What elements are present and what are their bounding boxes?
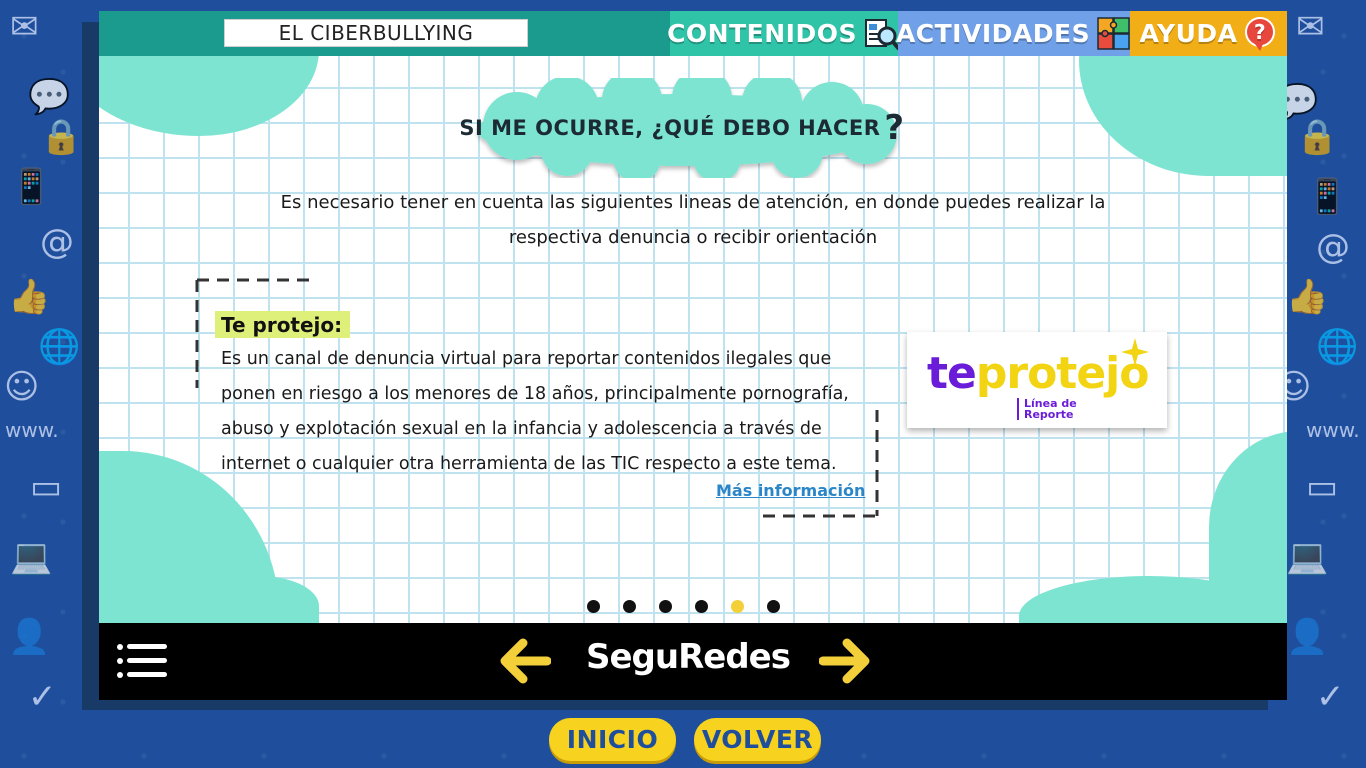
user-doodle-icon: 👤 (1286, 617, 1329, 657)
page-dot-2[interactable] (623, 600, 636, 613)
content-area: SI ME OCURRE, ¿QUÉ DEBO HACER ? Es neces… (99, 56, 1287, 623)
logo-wordmark-te: te (927, 348, 977, 399)
logo-wordmark: teprotejo (927, 352, 1149, 396)
intro-text: Es necesario tener en cuenta las siguien… (280, 192, 1106, 248)
contenidos-tab[interactable]: CONTENIDOS (667, 11, 901, 56)
page-dot-4[interactable] (695, 600, 708, 613)
left-doodle-decoration: ✉ 💬 🔒 📱 @ 👍 🌐 ☺ www. ▭ 💻 👤 ✓ (0, 0, 90, 768)
laptop-doodle-icon: 💻 (10, 537, 53, 577)
teprotejo-logo: teprotejo Línea de Reporte (907, 332, 1167, 428)
bottom-navigation-bar: SeguRedes (99, 623, 1287, 700)
inicio-button[interactable]: INICIO (549, 718, 676, 761)
tablet-doodle-icon: ▭ (30, 467, 63, 507)
mint-blob-top-left (99, 56, 319, 136)
at-sign-doodle-icon: @ (1316, 227, 1350, 267)
envelope-doodle-icon: ✉ (10, 7, 39, 47)
section-title: EL CIBERBULLYING (224, 19, 528, 47)
page-dot-3[interactable] (659, 600, 672, 613)
lesson-frame: EL CIBERBULLYING CONTENIDOS ACTIVIDADES (99, 11, 1287, 700)
tablet-doodle-icon: ▭ (1306, 467, 1339, 507)
phone-doodle-icon: 📱 (10, 167, 53, 207)
globe-doodle-icon: 🌐 (38, 327, 81, 367)
thumbs-up-doodle-icon: 👍 (1286, 277, 1329, 317)
logo-subtitle-line-2: Reporte (1024, 408, 1074, 421)
actividades-tab[interactable]: ACTIVIDADES (895, 11, 1132, 56)
ayuda-label: AYUDA (1139, 19, 1238, 48)
question-bubble-icon: ? (1243, 16, 1277, 52)
brand-logo: SeguRedes (586, 637, 791, 677)
page-dot-1[interactable] (587, 600, 600, 613)
lock-doodle-icon: 🔒 (40, 117, 83, 157)
phone-doodle-icon: 📱 (1306, 177, 1349, 217)
laptop-doodle-icon: 💻 (1286, 537, 1329, 577)
puzzle-icon (1096, 16, 1132, 52)
chat-bubble-doodle-icon: 💬 (28, 77, 71, 117)
pagination-dots (587, 600, 780, 613)
section-heading: SI ME OCURRE, ¿QUÉ DEBO HACER ? (457, 78, 907, 178)
logo-subtitle: Línea de Reporte (1017, 398, 1077, 420)
lock-doodle-icon: 🔒 (1296, 117, 1339, 157)
www-doodle-icon: www. (5, 418, 59, 442)
thumbs-up-doodle-icon: 👍 (8, 277, 51, 317)
actividades-label: ACTIVIDADES (895, 19, 1091, 48)
page-dot-5-active[interactable] (731, 600, 744, 613)
globe-doodle-icon: 🌐 (1316, 327, 1359, 367)
ayuda-tab[interactable]: AYUDA ? (1130, 11, 1287, 56)
check-doodle-icon: ✓ (1316, 677, 1345, 717)
top-navigation-bar: EL CIBERBULLYING CONTENIDOS ACTIVIDADES (99, 11, 1287, 56)
heading-part-1: SI ME OCURRE, (459, 116, 652, 140)
www-doodle-icon: www. (1306, 418, 1360, 442)
previous-arrow-icon[interactable] (497, 637, 551, 685)
right-doodle-decoration: ✉ 💬 🔒 📱 @ 👍 🌐 ☺ www. ▭ 💻 👤 ✓ (1276, 0, 1366, 768)
heading-part-2: ¿QUÉ DEBO HACER (651, 116, 881, 140)
at-sign-doodle-icon: @ (40, 222, 74, 262)
envelope-doodle-icon: ✉ (1296, 7, 1325, 47)
heading-part-3: ? (884, 108, 905, 148)
card-label: Te protejo: (215, 311, 351, 338)
card-description: Es un canal de denuncia virtual para rep… (221, 349, 849, 474)
heading-cloud: SI ME OCURRE, ¿QUÉ DEBO HACER ? (457, 68, 907, 182)
more-info-link[interactable]: Más información (716, 481, 865, 500)
next-arrow-icon[interactable] (819, 637, 873, 685)
smiley-doodle-icon: ☺ (4, 367, 40, 407)
volver-button[interactable]: VOLVER (694, 718, 821, 761)
svg-text:?: ? (1254, 20, 1266, 44)
contenidos-label: CONTENIDOS (667, 19, 857, 48)
menu-button[interactable] (117, 640, 169, 682)
sparkle-star-icon (1121, 338, 1149, 366)
user-doodle-icon: 👤 (8, 617, 51, 657)
page-dot-6[interactable] (767, 600, 780, 613)
check-doodle-icon: ✓ (28, 677, 57, 717)
mint-blob-top-right (1079, 56, 1287, 176)
